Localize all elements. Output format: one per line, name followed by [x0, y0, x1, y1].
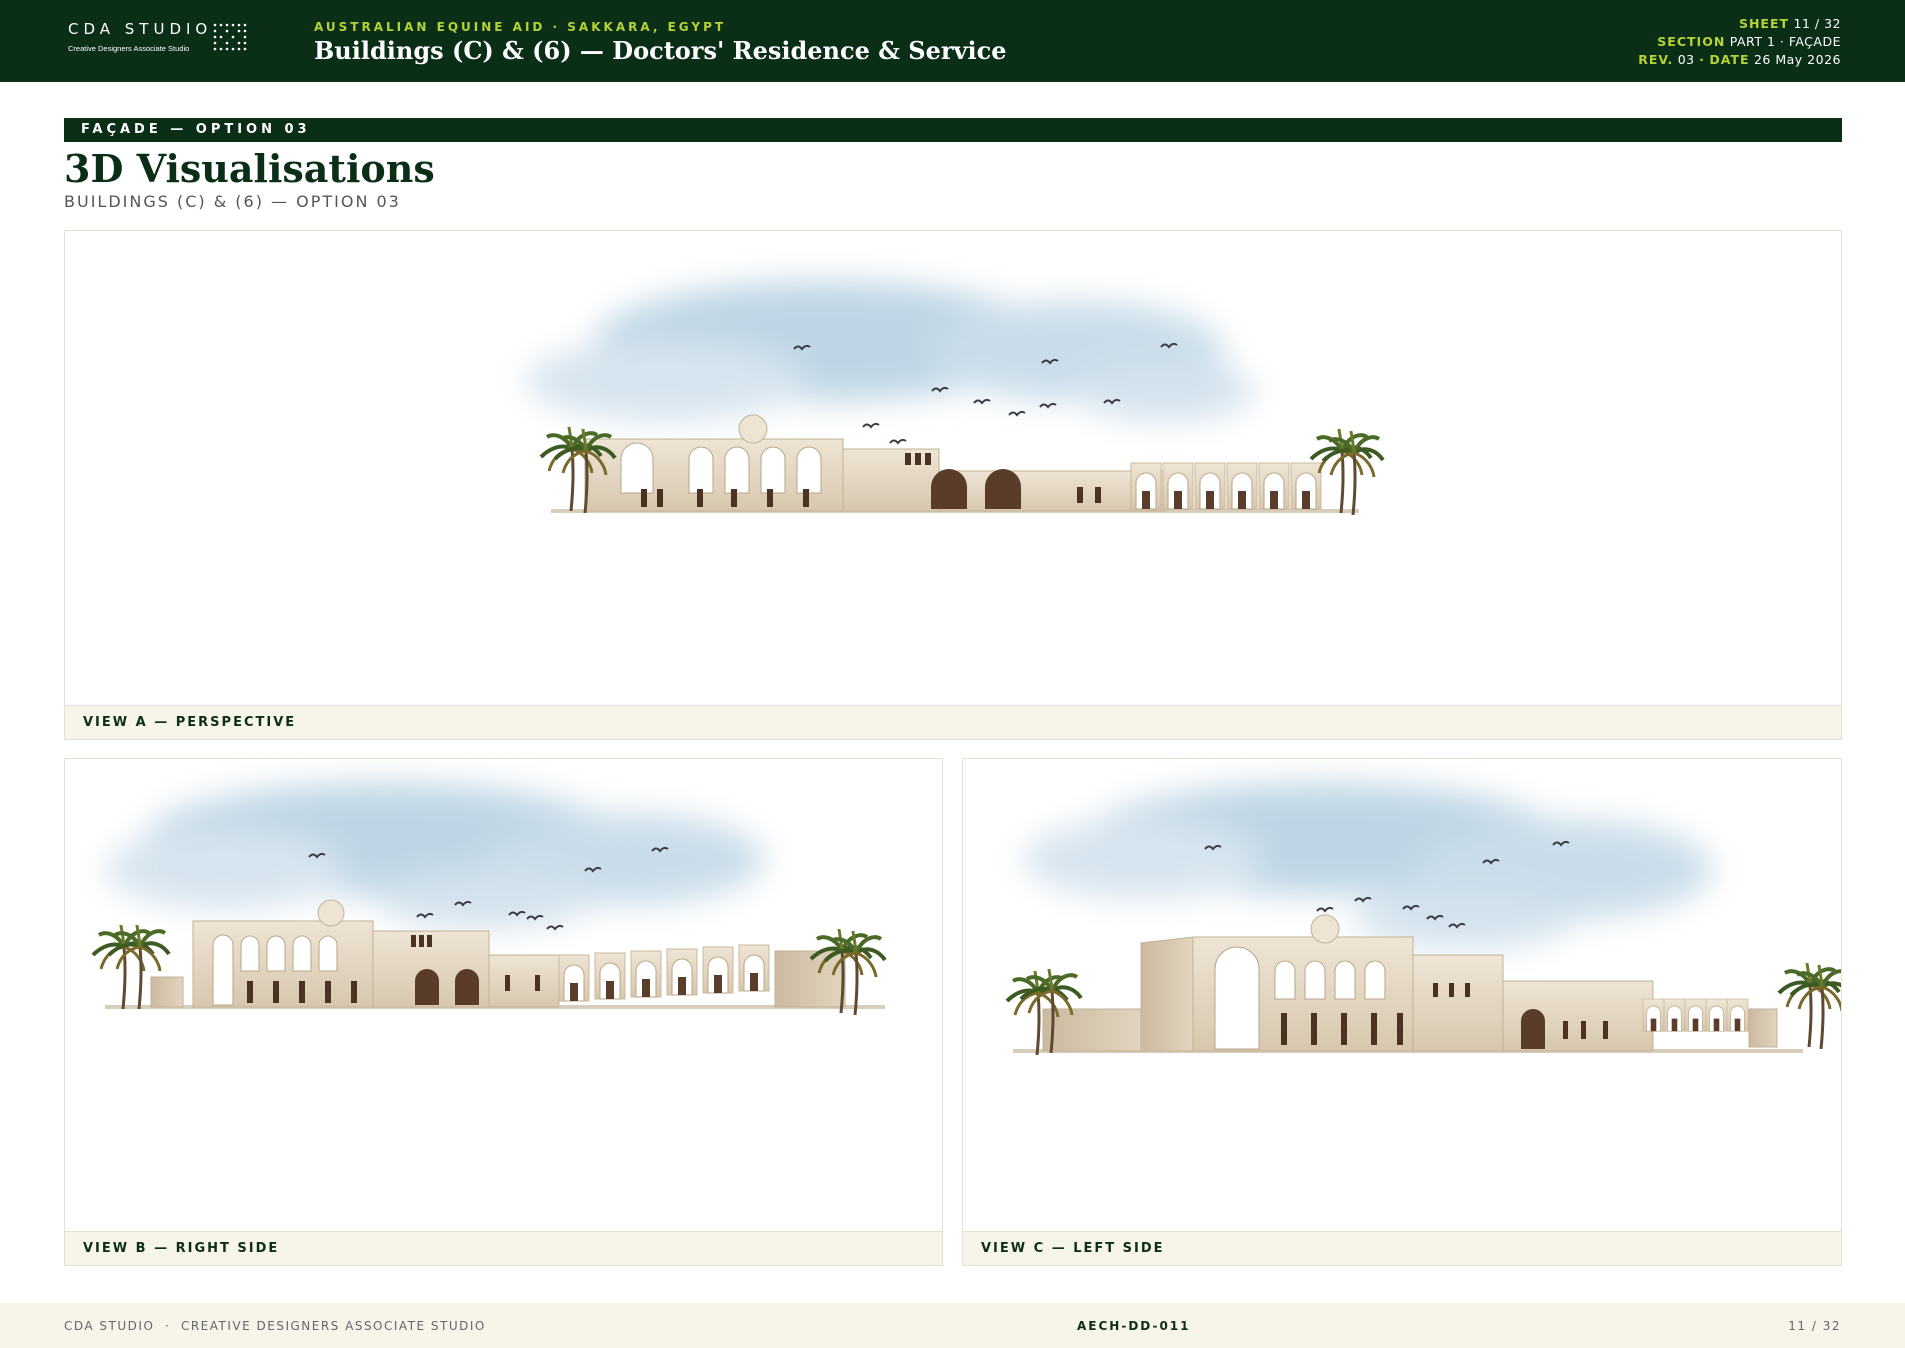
page-subtitle: BUILDINGS (C) & (6) — OPTION 03	[64, 192, 401, 211]
view-a-caption-text: VIEW A — PERSPECTIVE	[83, 715, 297, 730]
sheet-header: CDA STUDIO Creative Designers Associate …	[0, 0, 1905, 82]
project-kicker: AUSTRALIAN EQUINE AID · SAKKARA, EGYPT	[314, 20, 727, 34]
view-c-caption-text: VIEW C — LEFT SIDE	[981, 1241, 1165, 1256]
sheet-label: SHEET	[1738, 16, 1790, 31]
footer-drawing-number: AECH-DD-011	[1077, 1319, 1191, 1333]
date-value: 26 May 2026	[1753, 52, 1841, 67]
sheet-row: SHEET 11 / 32	[1638, 15, 1841, 33]
date-label: DATE	[1709, 52, 1750, 67]
view-b-panel: VIEW B — RIGHT SIDE	[64, 758, 943, 1266]
footer-studio: CDA STUDIO · CREATIVE DESIGNERS ASSOCIAT…	[64, 1319, 486, 1333]
studio-logo: CDA STUDIO Creative Designers Associate …	[68, 20, 253, 56]
view-b-render	[91, 783, 887, 1017]
section-bar: FAÇADE — OPTION 03	[64, 118, 1842, 142]
sheet-value: 11 / 32	[1793, 16, 1841, 31]
sheet-meta: SHEET 11 / 32 SECTION PART 1 · FAÇADE RE…	[1638, 15, 1841, 69]
section-value: PART 1 · FAÇADE	[1729, 34, 1841, 49]
section-row: SECTION PART 1 · FAÇADE	[1638, 33, 1841, 51]
view-c-panel: VIEW C — LEFT SIDE	[962, 758, 1842, 1266]
document-title: Buildings (C) & (6) — Doctors' Residence…	[314, 36, 1007, 65]
section-label-text: FAÇADE — OPTION 03	[81, 122, 311, 137]
view-c-caption: VIEW C — LEFT SIDE	[963, 1231, 1841, 1265]
view-a-caption: VIEW A — PERSPECTIVE	[65, 705, 1841, 739]
logo-title: CDA STUDIO	[68, 20, 213, 38]
view-b-caption: VIEW B — RIGHT SIDE	[65, 1231, 942, 1265]
view-c-render	[1005, 783, 1841, 1057]
page-title: 3D Visualisations	[64, 146, 435, 191]
meta-separator: ·	[1699, 52, 1705, 67]
footer-page-number: 11 / 32	[1788, 1319, 1841, 1333]
section-label: SECTION	[1657, 34, 1726, 49]
sheet-footer: CDA STUDIO · CREATIVE DESIGNERS ASSOCIAT…	[0, 1303, 1905, 1348]
view-b-caption-text: VIEW B — RIGHT SIDE	[83, 1241, 280, 1256]
rev-date-row: REV. 03 · DATE 26 May 2026	[1638, 51, 1841, 69]
rev-label: REV.	[1638, 52, 1674, 67]
rev-value: 03	[1677, 52, 1695, 67]
view-a-render	[525, 281, 1385, 517]
view-a-panel: VIEW A — PERSPECTIVE	[64, 230, 1842, 740]
dot-grid-icon	[213, 23, 247, 51]
logo-subtitle: Creative Designers Associate Studio	[68, 44, 190, 53]
